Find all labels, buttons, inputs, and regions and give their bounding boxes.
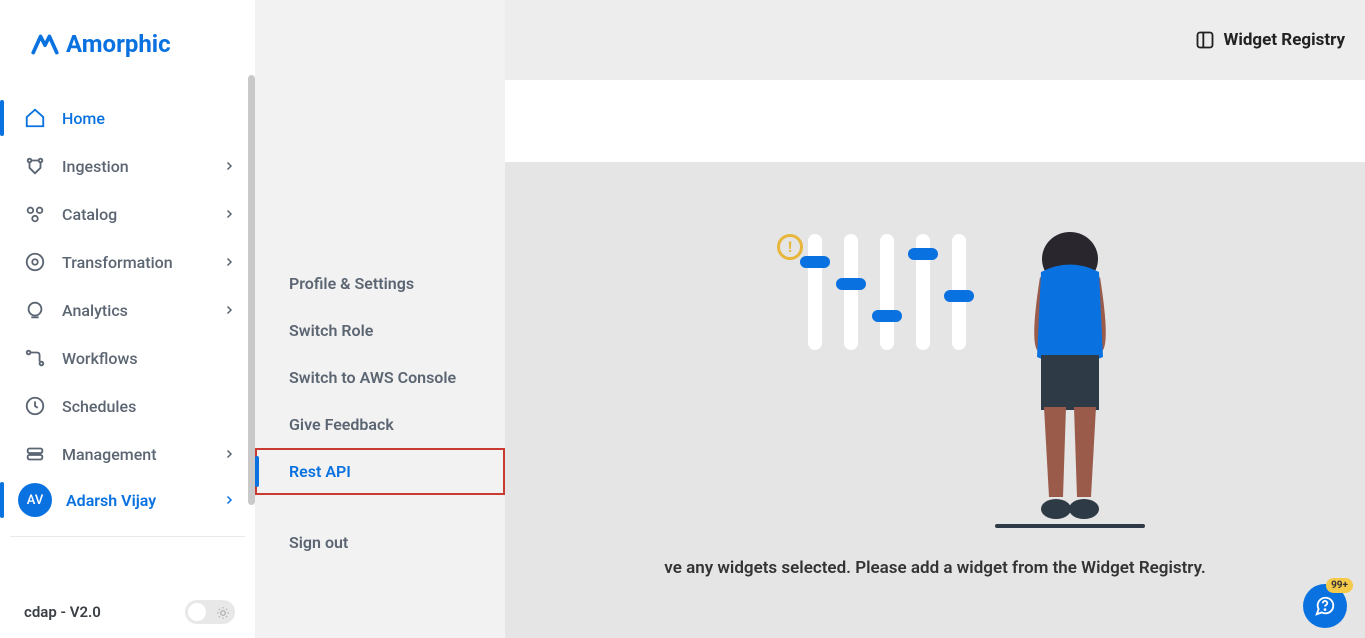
gap bbox=[255, 495, 505, 519]
nav-label: Analytics bbox=[62, 301, 207, 320]
chevron-right-icon bbox=[223, 157, 235, 176]
nav-label: Workflows bbox=[62, 349, 235, 368]
chat-icon bbox=[1314, 595, 1336, 617]
top-bar: Widget Registry bbox=[505, 0, 1365, 80]
sidebar-item-analytics[interactable]: Analytics bbox=[0, 286, 255, 334]
sidebar-item-management[interactable]: Management bbox=[0, 430, 255, 478]
sidebar: Amorphic Home Ingestion Catalog bbox=[0, 0, 255, 638]
theme-toggle[interactable] bbox=[185, 600, 235, 624]
nav-label: Catalog bbox=[62, 205, 207, 224]
sidebar-item-transformation[interactable]: Transformation bbox=[0, 238, 255, 286]
nav-label: Ingestion bbox=[62, 157, 207, 176]
logo-text: Amorphic bbox=[66, 30, 171, 58]
divider bbox=[10, 536, 245, 537]
sidebar-item-home[interactable]: Home bbox=[0, 94, 255, 142]
home-icon bbox=[24, 107, 46, 129]
analytics-icon bbox=[24, 299, 46, 321]
layout-icon bbox=[1195, 30, 1215, 50]
sun-icon bbox=[216, 605, 230, 619]
nav-list: Home Ingestion Catalog Transformation bbox=[0, 76, 255, 586]
user-name: Adarsh Vijay bbox=[66, 491, 209, 510]
empty-illustration: ! bbox=[745, 222, 1125, 542]
transformation-icon bbox=[24, 251, 46, 273]
chevron-right-icon bbox=[223, 445, 235, 464]
chevron-right-icon bbox=[223, 205, 235, 224]
main-area: ! ve any widgets selected. Please add a … bbox=[505, 162, 1365, 638]
widget-registry-label: Widget Registry bbox=[1223, 30, 1345, 50]
submenu-switch-aws[interactable]: Switch to AWS Console bbox=[255, 354, 505, 401]
submenu-rest-api[interactable]: Rest API bbox=[255, 448, 505, 495]
workflows-icon bbox=[24, 347, 46, 369]
sidebar-item-schedules[interactable]: Schedules bbox=[0, 382, 255, 430]
catalog-icon bbox=[24, 203, 46, 225]
toggle-knob bbox=[188, 603, 206, 621]
sidebar-footer: cdap - V2.0 bbox=[0, 586, 255, 638]
sidebar-item-workflows[interactable]: Workflows bbox=[0, 334, 255, 382]
widget-registry-button[interactable]: Widget Registry bbox=[1195, 30, 1345, 50]
sliders-illustration bbox=[808, 234, 966, 350]
chevron-right-icon bbox=[223, 253, 235, 272]
scrollbar[interactable] bbox=[248, 75, 255, 505]
nav-label: Home bbox=[62, 109, 235, 128]
logo[interactable]: Amorphic bbox=[30, 30, 225, 58]
content-header bbox=[505, 80, 1365, 162]
version-label: cdap - V2.0 bbox=[24, 603, 101, 621]
person-illustration bbox=[1011, 227, 1129, 527]
user-submenu: Profile & Settings Switch Role Switch to… bbox=[255, 0, 505, 638]
submenu-sign-out[interactable]: Sign out bbox=[255, 519, 505, 566]
nav-label: Management bbox=[62, 445, 207, 464]
nav-label: Schedules bbox=[62, 397, 235, 416]
ingestion-icon bbox=[24, 155, 46, 177]
warning-icon: ! bbox=[777, 234, 803, 260]
logo-area: Amorphic bbox=[0, 0, 255, 76]
logo-icon bbox=[30, 32, 60, 57]
notification-badge: 99+ bbox=[1326, 578, 1353, 593]
nav-label: Transformation bbox=[62, 253, 207, 272]
sidebar-user[interactable]: AV Adarsh Vijay bbox=[0, 476, 255, 524]
schedules-icon bbox=[24, 395, 46, 417]
sidebar-item-ingestion[interactable]: Ingestion bbox=[0, 142, 255, 190]
chevron-right-icon bbox=[223, 301, 235, 320]
submenu-profile-settings[interactable]: Profile & Settings bbox=[255, 260, 505, 307]
avatar: AV bbox=[18, 483, 52, 517]
empty-state-text: ve any widgets selected. Please add a wi… bbox=[505, 558, 1365, 578]
chevron-right-icon bbox=[223, 491, 235, 510]
sidebar-item-catalog[interactable]: Catalog bbox=[0, 190, 255, 238]
shadow bbox=[995, 524, 1145, 528]
help-button[interactable]: 99+ bbox=[1303, 584, 1347, 628]
submenu-give-feedback[interactable]: Give Feedback bbox=[255, 401, 505, 448]
submenu-switch-role[interactable]: Switch Role bbox=[255, 307, 505, 354]
management-icon bbox=[24, 443, 46, 465]
